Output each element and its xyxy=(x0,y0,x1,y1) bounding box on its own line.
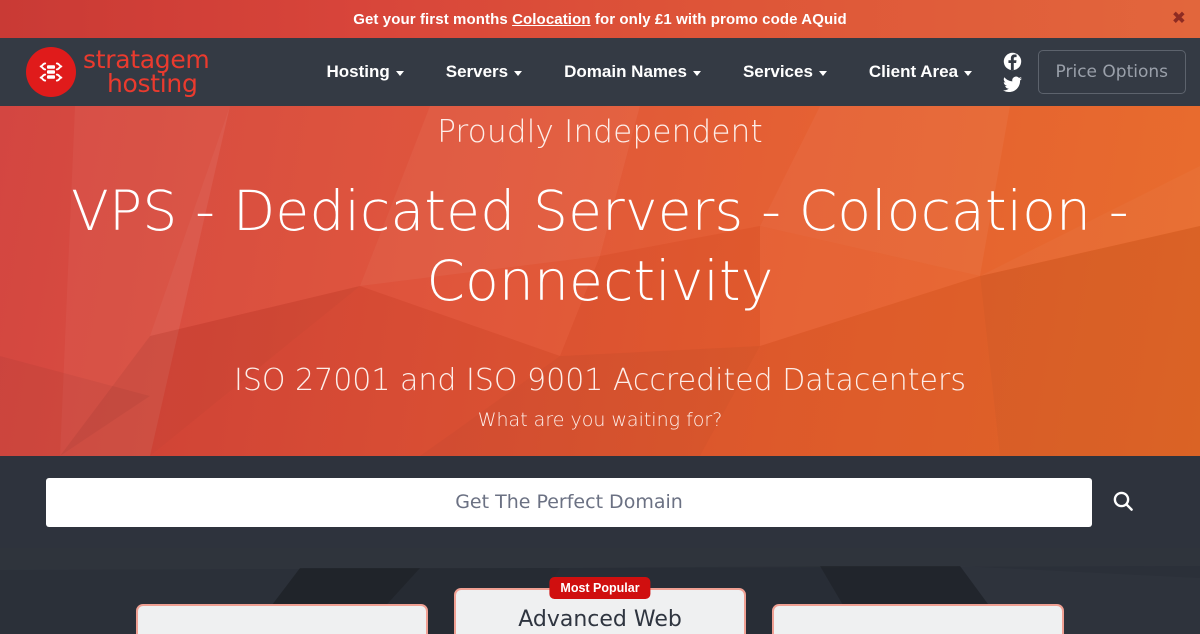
status-badge: Most Popular xyxy=(549,577,651,599)
close-icon[interactable]: ✖ xyxy=(1172,10,1186,28)
domain-search-bar xyxy=(0,456,1200,548)
nav-item-client-area[interactable]: Client Area xyxy=(848,54,993,90)
search-button[interactable] xyxy=(1092,478,1154,527)
nav-item-client-area-label: Client Area xyxy=(868,62,959,81)
brand-text: stratagem hosting xyxy=(83,47,210,98)
chevron-down-icon xyxy=(514,71,523,76)
nav-item-services[interactable]: Services xyxy=(722,54,848,90)
promo-text: Get your first months Colocation for onl… xyxy=(353,11,847,28)
pricing-cards: Most Popular Advanced Web xyxy=(0,577,1200,634)
pricing-card-featured-title: Advanced Web xyxy=(518,607,682,632)
navbar: stratagem hosting Hosting Servers Domain… xyxy=(0,38,1200,106)
chevron-down-icon xyxy=(395,71,404,76)
hero-content: Proudly Independent VPS - Dedicated Serv… xyxy=(0,106,1200,431)
price-options-button[interactable]: Price Options xyxy=(1037,50,1186,94)
nav-item-servers[interactable]: Servers xyxy=(425,54,543,90)
page-title: VPS - Dedicated Servers - Colocation - C… xyxy=(71,179,1129,314)
nav-item-hosting[interactable]: Hosting xyxy=(305,54,424,90)
server-brackets-icon xyxy=(26,47,76,97)
promo-bar: Get your first months Colocation for onl… xyxy=(0,0,1200,38)
hero-tagline: What are you waiting for? xyxy=(477,408,723,431)
navbar-right: Price Options xyxy=(1002,50,1186,94)
pricing-card-featured[interactable]: Most Popular Advanced Web xyxy=(454,577,746,634)
nav-item-domain-names-label: Domain Names xyxy=(564,62,687,81)
promo-text-after: for only £1 with promo code AQuid xyxy=(590,10,847,28)
promo-text-before: Get your first months xyxy=(353,10,513,28)
search-input[interactable] xyxy=(46,477,1092,527)
nav-item-domain-names[interactable]: Domain Names xyxy=(543,54,722,90)
twitter-icon[interactable] xyxy=(1002,76,1022,93)
search-icon xyxy=(1111,489,1135,516)
pricing-card-right[interactable] xyxy=(772,604,1064,634)
chevron-down-icon xyxy=(818,71,827,76)
social-links xyxy=(1002,52,1022,93)
hero-eyebrow: Proudly Independent xyxy=(437,114,763,150)
nav-links: Hosting Servers Domain Names Services Cl… xyxy=(305,54,993,90)
brand-logo[interactable]: stratagem hosting xyxy=(26,47,210,98)
pricing-card-left[interactable] xyxy=(136,604,428,634)
hero-section: Proudly Independent VPS - Dedicated Serv… xyxy=(0,106,1200,456)
chevron-down-icon xyxy=(692,71,701,76)
nav-item-hosting-label: Hosting xyxy=(326,62,390,81)
nav-item-services-label: Services xyxy=(742,62,813,81)
brand-line-2: hosting xyxy=(107,69,198,98)
pricing-section: Most Popular Advanced Web xyxy=(0,548,1200,634)
nav-item-servers-label: Servers xyxy=(445,62,509,81)
hero-subtitle: ISO 27001 and ISO 9001 Accredited Datace… xyxy=(234,362,966,398)
promo-colocation-link[interactable]: Colocation xyxy=(512,11,591,28)
facebook-icon[interactable] xyxy=(1003,52,1022,71)
chevron-down-icon xyxy=(964,71,973,76)
